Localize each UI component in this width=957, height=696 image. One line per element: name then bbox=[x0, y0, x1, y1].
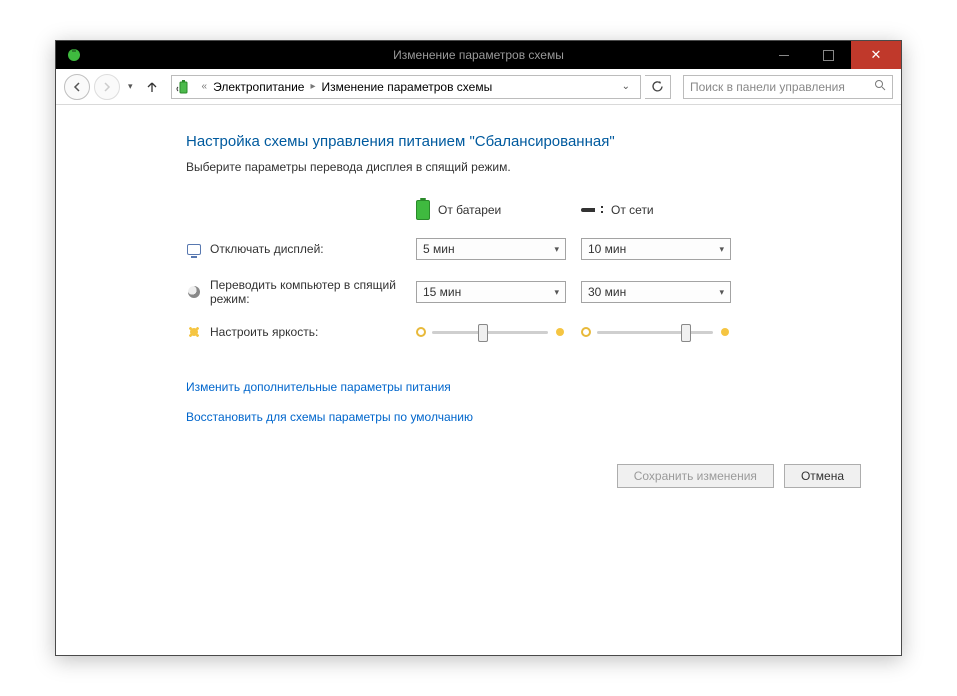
display-off-plugged-value: 10 мин bbox=[588, 242, 626, 256]
row-brightness: Настроить яркость: bbox=[186, 324, 861, 340]
display-off-battery-value: 5 мин bbox=[423, 242, 455, 256]
column-header-battery: От батареи bbox=[416, 200, 581, 220]
search-icon bbox=[874, 79, 886, 94]
dim-icon bbox=[416, 327, 426, 337]
refresh-button[interactable] bbox=[645, 75, 671, 99]
restore-defaults-link[interactable]: Восстановить для схемы параметры по умол… bbox=[186, 410, 861, 424]
monitor-icon bbox=[186, 241, 202, 257]
sun-icon bbox=[186, 324, 202, 340]
close-button[interactable]: ✕ bbox=[851, 41, 901, 69]
content-pane: Настройка схемы управления питанием "Сба… bbox=[56, 105, 901, 655]
search-input[interactable]: Поиск в панели управления bbox=[683, 75, 893, 99]
brightness-plugged-slider[interactable] bbox=[597, 331, 713, 334]
maximize-button[interactable] bbox=[806, 41, 851, 69]
row-sleep: Переводить компьютер в спящий режим: 15 … bbox=[186, 278, 861, 306]
nav-up-button[interactable] bbox=[141, 76, 163, 98]
sleep-label: Переводить компьютер в спящий режим: bbox=[210, 278, 410, 306]
minimize-button[interactable] bbox=[761, 41, 806, 69]
brightness-label: Настроить яркость: bbox=[210, 325, 318, 339]
page-heading: Настройка схемы управления питанием "Сба… bbox=[186, 133, 861, 150]
display-off-plugged-dropdown[interactable]: 10 мин▾ bbox=[581, 238, 731, 260]
plug-icon bbox=[581, 205, 603, 215]
breadcrumb-item[interactable]: Изменение параметров схемы bbox=[322, 80, 493, 94]
sleep-battery-dropdown[interactable]: 15 мин▾ bbox=[416, 281, 566, 303]
breadcrumb-sep: « bbox=[196, 81, 214, 92]
dim-icon bbox=[581, 327, 591, 337]
sleep-plugged-dropdown[interactable]: 30 мин▾ bbox=[581, 281, 731, 303]
navbar: ▾ « Электропитание ▸ Изменение параметро… bbox=[56, 69, 901, 105]
address-dropdown[interactable]: ⌄ bbox=[616, 81, 636, 92]
save-button[interactable]: Сохранить изменения bbox=[617, 464, 774, 488]
power-icon bbox=[176, 79, 192, 95]
app-icon bbox=[64, 45, 84, 65]
slider-thumb[interactable] bbox=[681, 324, 691, 342]
address-bar[interactable]: « Электропитание ▸ Изменение параметров … bbox=[171, 75, 641, 99]
advanced-settings-link[interactable]: Изменить дополнительные параметры питани… bbox=[186, 380, 861, 394]
display-off-label: Отключать дисплей: bbox=[210, 242, 324, 256]
sleep-plugged-value: 30 мин bbox=[588, 285, 626, 299]
brightness-battery-slider[interactable] bbox=[432, 331, 548, 334]
nav-history-dropdown[interactable]: ▾ bbox=[124, 81, 137, 92]
column-header-plugged: От сети bbox=[581, 200, 746, 220]
display-off-battery-dropdown[interactable]: 5 мин▾ bbox=[416, 238, 566, 260]
sleep-battery-value: 15 мин bbox=[423, 285, 461, 299]
row-turn-off-display: Отключать дисплей: 5 мин▾ 10 мин▾ bbox=[186, 238, 861, 260]
slider-thumb[interactable] bbox=[478, 324, 488, 342]
column-plugged-label: От сети bbox=[611, 203, 654, 217]
bright-icon bbox=[554, 326, 566, 338]
titlebar: Изменение параметров схемы ✕ bbox=[56, 41, 901, 69]
breadcrumb-chevron-icon[interactable]: ▸ bbox=[304, 81, 321, 92]
bright-icon bbox=[719, 326, 731, 338]
nav-back-button[interactable] bbox=[64, 74, 90, 100]
moon-icon bbox=[186, 284, 202, 300]
nav-forward-button[interactable] bbox=[94, 74, 120, 100]
battery-icon bbox=[416, 200, 430, 220]
breadcrumb-item[interactable]: Электропитание bbox=[213, 80, 304, 94]
column-battery-label: От батареи bbox=[438, 203, 501, 217]
search-placeholder: Поиск в панели управления bbox=[690, 80, 845, 94]
window: Изменение параметров схемы ✕ ▾ « Электро… bbox=[55, 40, 902, 656]
cancel-button[interactable]: Отмена bbox=[784, 464, 861, 488]
page-subtext: Выберите параметры перевода дисплея в сп… bbox=[186, 160, 861, 174]
